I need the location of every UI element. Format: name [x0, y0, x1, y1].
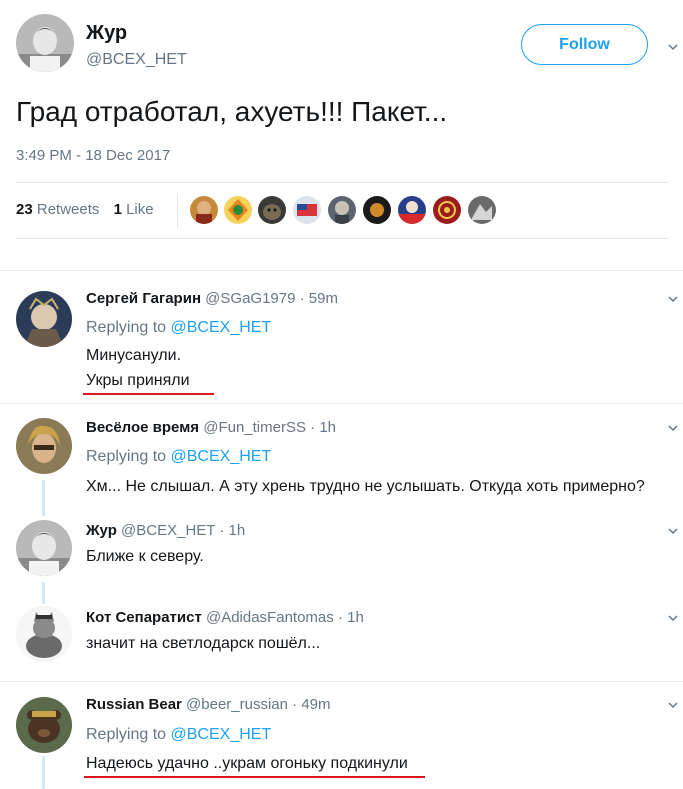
chevron-down-icon[interactable] [668, 700, 678, 710]
reply-text-line: Укры приняли [86, 372, 190, 389]
chevron-down-icon[interactable] [668, 613, 678, 623]
replying-to-label: Replying to [86, 726, 167, 743]
replying-to-mention[interactable]: @BCEX_HET [171, 726, 272, 743]
reply-time[interactable]: 1h [319, 419, 336, 436]
thread-connector [42, 756, 45, 789]
liker-avatar[interactable] [224, 196, 252, 224]
replying-to-mention[interactable]: @BCEX_HET [171, 448, 272, 465]
liker-avatar[interactable] [433, 196, 461, 224]
thread-connector [42, 582, 45, 604]
reply-author-name[interactable]: Russian Bear [86, 696, 182, 713]
reply-text-line: Надеюсь удачно ..украм огоньку подкинули [86, 755, 408, 772]
liker-avatar[interactable] [293, 196, 321, 224]
reply-header: Кот Сепаратист @AdidasFantomas · 1h [86, 609, 364, 626]
replying-to-mention[interactable]: @BCEX_HET [171, 319, 272, 336]
reply-header: Жур @BCEX_HET · 1h [86, 522, 245, 539]
reply-author-handle[interactable]: @beer_russian [186, 696, 288, 713]
stats-separator [177, 193, 178, 229]
divider [16, 238, 668, 239]
red-underline-annotation [83, 393, 214, 395]
reply-author-handle[interactable]: @SGaG1979 [205, 290, 295, 307]
author-avatar[interactable] [16, 14, 74, 72]
reply-avatar[interactable] [16, 520, 72, 576]
liker-avatar[interactable] [328, 196, 356, 224]
liker-avatar[interactable] [468, 196, 496, 224]
separator-dot: · [310, 419, 316, 436]
reply-author-name[interactable]: Сергей Гагарин [86, 290, 201, 307]
reply-author-name[interactable]: Весёлое время [86, 419, 199, 436]
tweet-stats: 23 Retweets 1 Like [16, 201, 154, 218]
author-name[interactable]: Жур [86, 22, 127, 45]
reply-text-line: Ближе к северу. [86, 548, 204, 565]
separator-dot: · [337, 609, 343, 626]
replying-to: Replying to @BCEX_HET [86, 726, 271, 744]
chevron-down-icon[interactable] [668, 42, 678, 52]
reply-author-name[interactable]: Кот Сепаратист [86, 609, 202, 626]
reply-time[interactable]: 59m [309, 290, 338, 307]
liker-avatar[interactable] [258, 196, 286, 224]
reply-time[interactable]: 1h [229, 522, 246, 539]
reply-time[interactable]: 1h [347, 609, 364, 626]
separator-dot: · [292, 696, 298, 713]
separator-dot: · [219, 522, 225, 539]
reply-separator [0, 681, 683, 682]
likes-count[interactable]: 1 [114, 201, 122, 218]
thread-connector [42, 480, 45, 516]
divider [16, 182, 668, 183]
replying-to-label: Replying to [86, 448, 167, 465]
reply-text-line: Минусанули. [86, 347, 182, 364]
tweet-timestamp[interactable]: 3:49 PM - 18 Dec 2017 [16, 147, 170, 164]
chevron-down-icon[interactable] [668, 526, 678, 536]
follow-button[interactable]: Follow [521, 24, 648, 65]
likes-label[interactable]: Like [126, 201, 154, 218]
reply-avatar[interactable] [16, 291, 72, 347]
liker-avatar[interactable] [190, 196, 218, 224]
reply-header: Весёлое время @Fun_timerSS · 1h [86, 419, 336, 436]
reply-text-line: Хм... Не слышал. А эту хрень трудно не у… [86, 478, 645, 495]
chevron-down-icon[interactable] [668, 294, 678, 304]
reply-author-handle[interactable]: @AdidasFantomas [206, 609, 334, 626]
reply-author-handle[interactable]: @Fun_timerSS [203, 419, 306, 436]
retweets-label[interactable]: Retweets [37, 201, 100, 218]
replying-to: Replying to @BCEX_HET [86, 319, 271, 337]
reply-time[interactable]: 49m [301, 696, 330, 713]
replying-to-label: Replying to [86, 319, 167, 336]
replying-to: Replying to @BCEX_HET [86, 448, 271, 466]
liker-avatar[interactable] [398, 196, 426, 224]
separator-dot: · [299, 290, 305, 307]
reply-avatar[interactable] [16, 697, 72, 753]
author-handle[interactable]: @BCEX_HET [86, 51, 187, 69]
reply-avatar[interactable] [16, 606, 72, 662]
liker-avatar[interactable] [363, 196, 391, 224]
reply-header: Сергей Гагарин @SGaG1979 · 59m [86, 290, 338, 307]
reply-author-handle[interactable]: @BCEX_HET [121, 522, 215, 539]
reply-avatar[interactable] [16, 418, 72, 474]
red-underline-annotation [84, 776, 425, 778]
reply-text-line: значит на светлодарск пошёл... [86, 635, 321, 652]
reply-separator [0, 270, 683, 271]
reply-author-name[interactable]: Жур [86, 522, 117, 539]
reply-separator [0, 403, 683, 404]
reply-header: Russian Bear @beer_russian · 49m [86, 696, 331, 713]
tweet-text: Град отработал, ахуеть!!! Пакет... [16, 96, 448, 127]
chevron-down-icon[interactable] [668, 423, 678, 433]
retweets-count[interactable]: 23 [16, 201, 33, 218]
